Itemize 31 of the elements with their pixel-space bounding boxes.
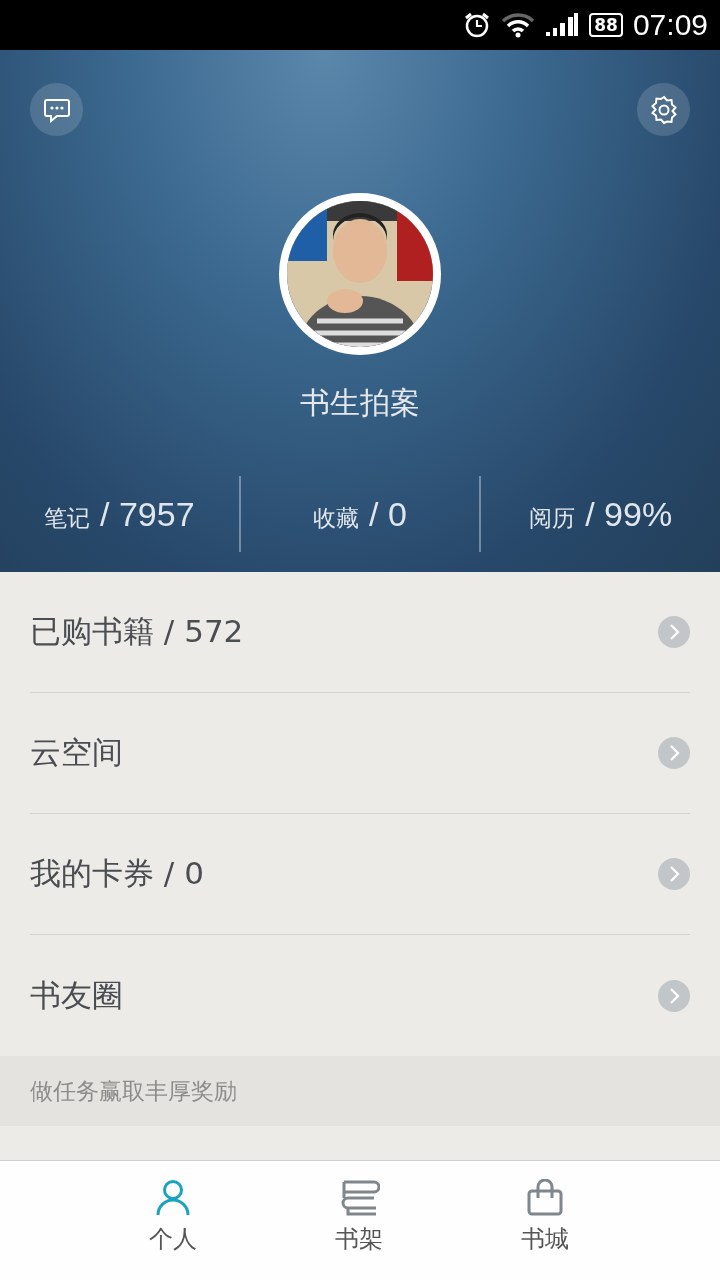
nav-tab[interactable]: 书城 [452, 1161, 638, 1280]
menu-item[interactable]: 我的卡券 / 0 [30, 814, 690, 935]
chevron-icon [658, 737, 690, 769]
chat-bubble-icon [42, 96, 71, 123]
settings-icon [648, 94, 679, 125]
battery-indicator: 88 [589, 13, 623, 37]
avatar[interactable] [279, 193, 441, 355]
stat-value: / 99% [585, 494, 673, 534]
user-name: 书生拍案 [300, 384, 420, 422]
clock-time: 07:09 [632, 8, 708, 42]
nav-tab[interactable]: 个人 [80, 1161, 266, 1280]
settings-button[interactable] [637, 83, 690, 136]
bag-icon [526, 1179, 564, 1217]
chevron-icon [658, 616, 690, 648]
wifi-icon [501, 12, 536, 38]
stat-value: / 0 [369, 494, 407, 534]
stat-value: / 7957 [100, 494, 195, 534]
section-title: 做任务赢取丰厚奖励 [30, 1076, 237, 1106]
menu-item[interactable]: 已购书籍 / 572 [30, 572, 690, 693]
message-button[interactable] [30, 83, 83, 136]
alarm-icon [463, 11, 492, 39]
nav-tab[interactable]: 书架 [266, 1161, 452, 1280]
person-icon [155, 1179, 191, 1217]
menu-item[interactable]: 书友圈 [30, 935, 690, 1056]
signal-icon [545, 12, 580, 38]
stat-label: 收藏 [313, 503, 360, 533]
chevron-icon [658, 858, 690, 890]
menu-item[interactable]: 云空间 [30, 693, 690, 814]
stat-label: 阅历 [529, 503, 576, 533]
chevron-icon [658, 979, 690, 1012]
stat-label: 笔记 [44, 503, 91, 533]
